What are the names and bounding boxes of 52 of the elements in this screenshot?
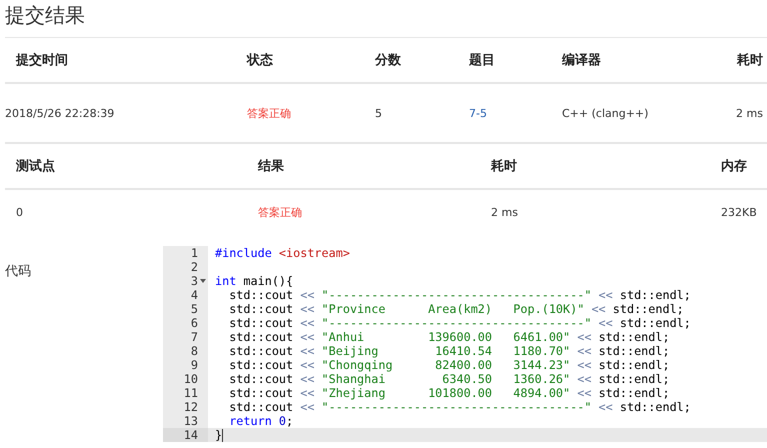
column-header: 编译器 — [562, 52, 601, 69]
code-line: std::cout << "Province Area(km2) Pop.(10K)" << std::endl; — [228, 302, 684, 316]
status-text: 答案正确 — [258, 204, 302, 220]
line-number: 2 — [190, 260, 198, 274]
table-cell: 0 — [16, 206, 23, 218]
column-header: 测试点 — [16, 158, 55, 175]
column-header: 耗时 — [491, 158, 517, 175]
code-editor[interactable] — [163, 246, 767, 442]
line-number: 8 — [190, 344, 198, 358]
fold-caret-icon[interactable] — [200, 279, 206, 283]
line-number: 3 — [190, 274, 198, 288]
column-header: 提交时间 — [16, 52, 68, 69]
code-line: std::cout << "Shanghai 6340.50 1360.26" << std::endl; — [228, 372, 670, 386]
status-text: 答案正确 — [247, 106, 291, 120]
table-cell: 232KB — [721, 206, 757, 218]
table-cell: 2 ms — [736, 106, 763, 120]
code-line: std::cout << "Zhejiang 101800.00 4894.00" << std::endl; — [228, 386, 670, 400]
column-header: 结果 — [258, 158, 284, 175]
table-cell: 2 ms — [491, 206, 518, 218]
page-title: 提交结果 — [4, 2, 86, 29]
text-cursor — [222, 428, 224, 442]
line-number: 14 — [184, 428, 198, 442]
code-line: std::cout << "Chongqing 82400.00 3144.23" << std::endl; — [228, 358, 670, 372]
line-number: 5 — [190, 302, 198, 316]
code-line: std::cout << "------------------------------------" << std::endl; — [228, 400, 691, 414]
column-header: 题目 — [469, 52, 495, 69]
line-number: 9 — [190, 358, 198, 372]
code-label: 代码 — [5, 264, 31, 279]
code-line: std::cout << "Beijing 16410.54 1180.70" << std::endl; — [228, 344, 670, 358]
code-line: std::cout << "Anhui 139600.00 6461.00" << std::endl; — [228, 330, 670, 344]
line-number: 11 — [184, 386, 198, 400]
line-number: 10 — [184, 372, 198, 386]
code-line: } — [215, 428, 222, 442]
code-line: std::cout << "------------------------------------" << std::endl; — [228, 288, 691, 302]
line-number: 7 — [190, 330, 198, 344]
column-header: 耗时 — [737, 52, 763, 69]
table-cell: 2018/5/26 22:28:39 — [5, 106, 114, 120]
line-number: 4 — [190, 288, 198, 302]
column-header: 状态 — [247, 52, 273, 69]
column-header: 内存 — [721, 158, 747, 175]
table-cell: 5 — [375, 106, 382, 120]
code-line: #include <iostream> — [215, 246, 350, 260]
code-line: return 0; — [228, 414, 294, 428]
line-number: 6 — [190, 316, 198, 330]
table-cell: C++ (clang++) — [562, 106, 648, 120]
line-number: 13 — [184, 414, 198, 428]
problem-link[interactable]: 7-5 — [469, 106, 487, 120]
line-number: 12 — [184, 400, 198, 414]
line-number: 1 — [190, 246, 198, 260]
column-header: 分数 — [375, 52, 401, 69]
code-line: int main(){ — [215, 274, 294, 288]
code-line: std::cout << "------------------------------------" << std::endl; — [228, 316, 691, 330]
